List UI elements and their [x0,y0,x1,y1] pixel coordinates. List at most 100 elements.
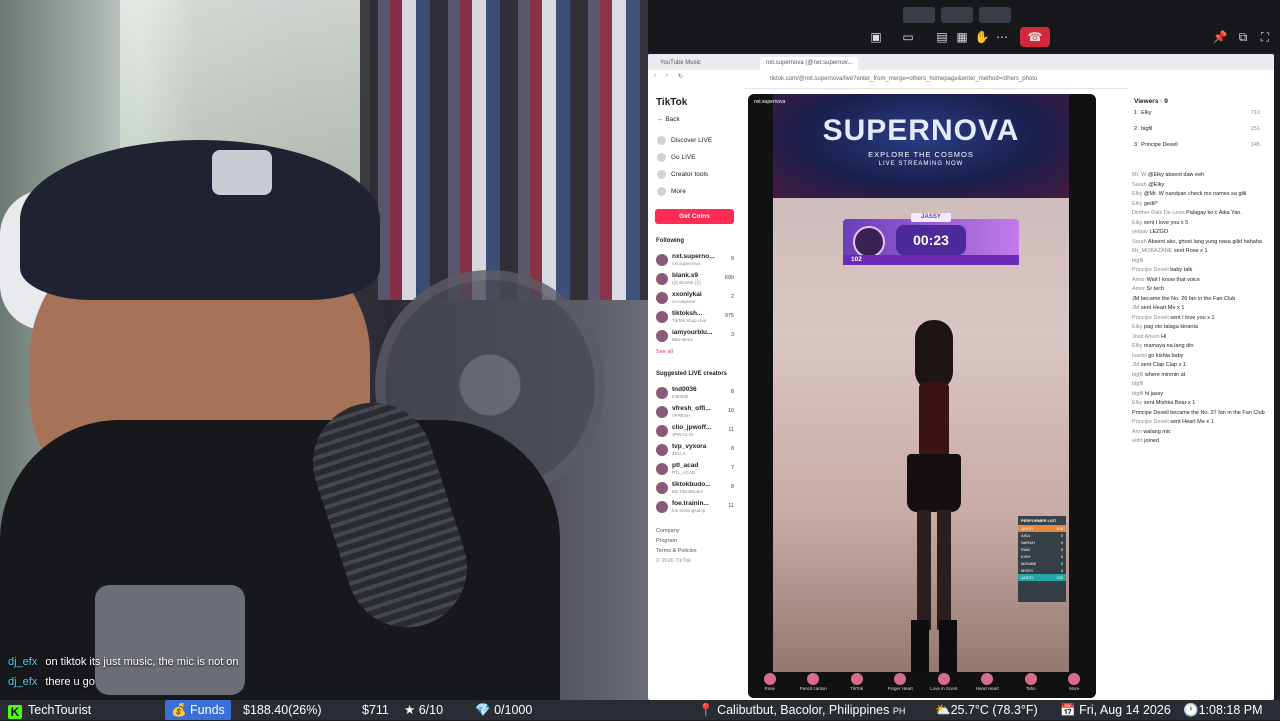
chat-username: Dinther Dais De Leon [1132,210,1185,216]
gift-item[interactable]: Rose [752,672,788,698]
nav-discover-live[interactable]: Discover LIVE [657,136,712,145]
gift-item[interactable]: Pancit canton [795,672,831,698]
account-name: xxonlykai [672,291,702,298]
get-coins-button[interactable]: Get Coins [655,209,734,224]
chat-message: bigfil [1132,381,1272,388]
star-icon: ★ [404,703,416,717]
popout-icon[interactable]: ⧉ [1231,27,1255,47]
following-account[interactable]: tiktoksh... TikTok Shop Live 975 [656,309,740,325]
tiktok-sidebar: TikTok ← Back Discover LIVE Go LIVE Crea… [648,88,745,700]
back-arrow-icon[interactable]: ‹ [654,73,656,79]
screen-share-icon[interactable]: ▭ [896,27,920,47]
chat-text: sent I love you x 5 [1143,219,1189,226]
viewer-count: 10 [727,408,734,414]
funds-badge: 💰 Funds [165,700,231,720]
url-input[interactable]: tiktok.com/@nxt.supernova/live?enter_fro… [770,74,1170,85]
suggested-account[interactable]: vfresh_offi... VFRESH 10 [656,404,740,420]
gift-item[interactable]: Love in Scent [926,672,962,698]
end-call-icon[interactable]: ☎ [1020,27,1050,47]
tab-strip: YouTube Music nxt.supernova (@nxt.supern… [648,54,1274,70]
chat-message: Ann walang mic [1132,429,1272,436]
more-icon[interactable]: ⋯ [990,27,1014,47]
suggested-account[interactable]: foe.trainin... foe.trainingcamp 11 [656,499,740,515]
following-account[interactable]: xxonlykai xo-carpione 2 [656,290,740,306]
viewer-count: 8 [730,484,734,490]
suggested-account[interactable]: clio_jpwoff... JPW-CLIO 11 [656,423,740,439]
tab-youtube-music[interactable]: YouTube Music [654,57,707,70]
tools-icon [657,170,666,179]
viewer-count: 11 [728,427,734,433]
following-account[interactable]: blank.s9(((( BLVNK )))) 690 [656,271,740,287]
footer-program[interactable]: Program [656,538,677,544]
streamer-cap [20,140,380,300]
host-name[interactable]: nxt.supernova [754,99,785,105]
gift-icon [850,673,863,685]
account-subtitle: Blue Berry [672,337,694,342]
reload-icon[interactable]: ↻ [678,73,683,80]
chat-message: Principe Dexell baby talk [1132,267,1272,274]
nav-more[interactable]: More [657,187,686,196]
cap-badge [212,150,272,195]
following-account[interactable]: nxt.superno... nxt.supernova 9 [656,252,740,268]
gift-item[interactable]: Hand Heart [969,672,1005,698]
participant-thumb[interactable] [941,7,973,23]
chat-text: hi jassy [1144,390,1164,397]
nav-go-live[interactable]: Go LIVE [657,153,696,162]
time: 🕐1:08:18 PM [1183,703,1263,717]
suggested-account[interactable]: ptl_acad PTL_ACAD 7 [656,461,740,477]
footer-terms[interactable]: Terms & Policies [656,548,697,554]
footer-company[interactable]: Company [656,528,680,534]
account-subtitle: Ms.TiktokBudol [672,489,703,494]
following-header: Following [656,238,684,244]
chat-username: Elky [1132,400,1143,406]
tab-tiktok-live[interactable]: nxt.supernova (@nxt.supernov... [760,57,859,70]
chat-username: bigfil [1132,390,1144,397]
account-subtitle: VFRESH [672,413,691,418]
account-name: tvp_vyxora [672,443,707,450]
gift-item[interactable]: Finger Heart [882,672,918,698]
live-video-player[interactable]: SUPERNOVA EXPLORE THE COSMOS LIVE STREAM… [748,94,1096,698]
chat-message: Ivanbi go kishia baby [1132,353,1272,360]
gift-item[interactable]: More [1056,672,1092,698]
gift-icon [1024,673,1037,685]
nav-creator-tools[interactable]: Creator tools [657,170,708,179]
account-subtitle: xo-carpione [672,299,696,304]
performer-row: SARAH 0 [1021,540,1063,545]
chat-message: Mr_MOBAZANE sent Rose x 1 [1132,248,1272,255]
participant-thumb[interactable] [903,7,935,23]
gift-icon [807,673,820,685]
chat-text: sent I love you x 1 [1170,314,1215,321]
chat-username: Sarah [1132,238,1147,245]
chat-message: bigfil where minmin at [1132,372,1272,379]
chat-username: Amor [1132,286,1146,292]
viewer-count: 690 [724,275,734,281]
viewer-count: 8 [730,389,734,395]
gift-item[interactable]: Taho [1013,672,1049,698]
following-account[interactable]: iamyourblu... Blue Berry 3 [656,328,740,344]
top-viewer-row[interactable]: 3 Principe Dexell 145 [1134,142,1264,152]
suggested-account[interactable]: tvp_vyxora ZELLA 8 [656,442,740,458]
chat-text: @Elky absent daw eeh [1147,172,1205,178]
camera-icon[interactable]: ▣ [864,27,888,47]
suggested-account[interactable]: tiktokbudo... Ms.TiktokBudol 8 [656,480,740,496]
suggested-account[interactable]: tnd0036 tnd0036 8 [656,385,740,401]
avatar [656,482,668,494]
chat-message: yelaay LEZGO [1132,229,1272,236]
chat-message: Elky sent I love you x 5 [1132,220,1272,227]
account-subtitle: JPW-CLIO [672,432,694,437]
chat-username: JM [1132,362,1140,368]
chat-username: Josit Arturo [1132,333,1160,340]
forward-arrow-icon[interactable]: › [666,73,668,79]
participant-thumb[interactable] [979,7,1011,23]
chat-message: Elky mamaya na lang din [1132,343,1272,350]
fullscreen-icon[interactable]: ⛶ [1253,27,1277,47]
see-all-link[interactable]: See all [656,349,673,355]
pin-icon[interactable]: 📌 [1208,27,1232,47]
tiktok-logo[interactable]: TikTok [656,97,687,108]
back-link[interactable]: ← Back [657,116,680,123]
chat-username: Elky [1132,200,1143,207]
top-viewer-row[interactable]: 2 bigfil 251 [1134,126,1264,136]
chat-text: joined [1144,438,1159,444]
top-viewer-row[interactable]: 1 Elky 710 [1134,110,1264,120]
gift-item[interactable]: TikTok [839,672,875,698]
